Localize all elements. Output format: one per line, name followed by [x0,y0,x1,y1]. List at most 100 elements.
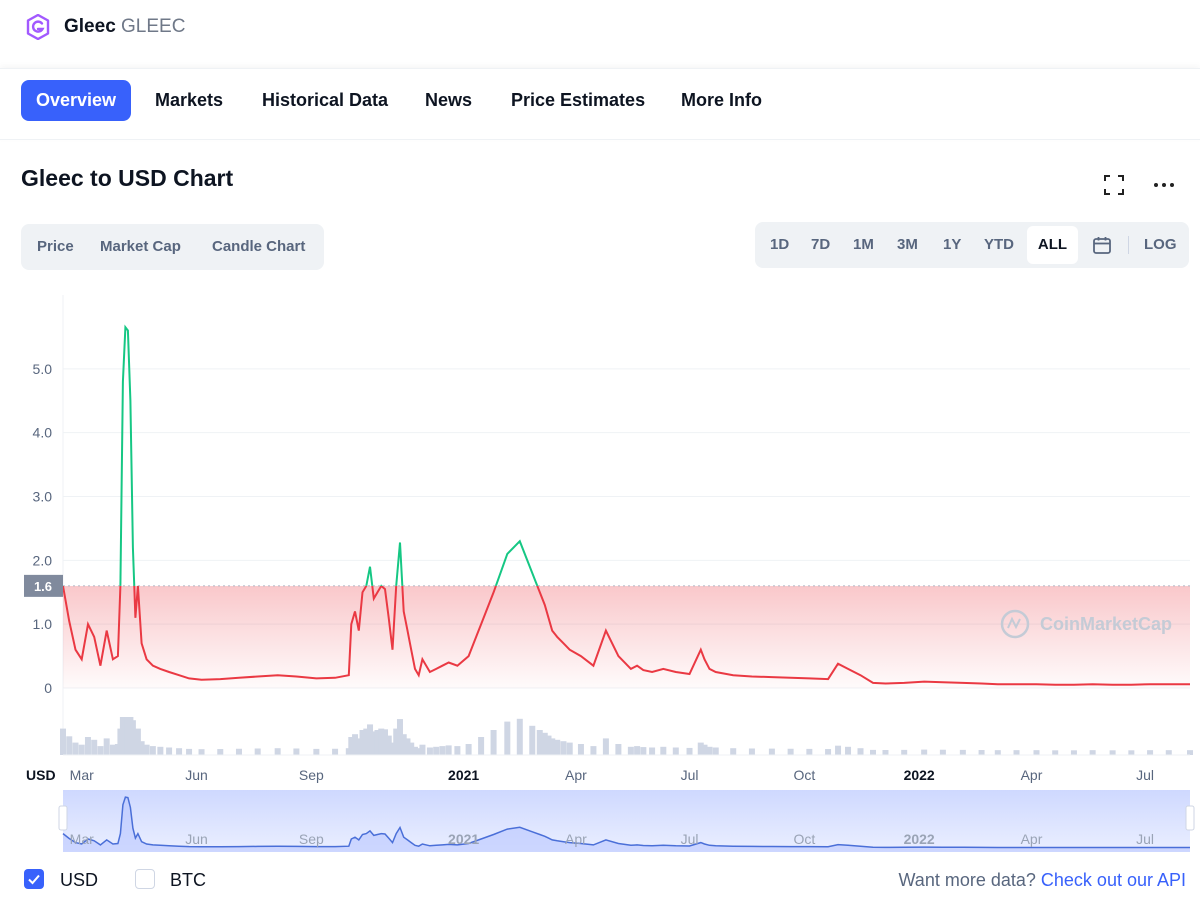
calendar-icon[interactable] [1092,235,1112,255]
navigator-left-handle[interactable] [58,805,68,831]
volume-bar [198,749,205,755]
volume-bar [478,737,485,755]
volume-bar [157,746,164,755]
volume-bar [103,738,110,755]
volume-bar [566,742,573,755]
x-axis: USD Mar Jun Sep 2021 Apr Jul Oct 2022 Apr Jul [26,767,1154,783]
chart-type-market-cap[interactable]: Market Cap [100,224,181,270]
volume-bar [166,747,173,755]
price-chart[interactable]: 5.0 4.0 3.0 2.0 1.0 0 USD Mar Jun Sep 2021 Apr Jul O… [0,285,1200,865]
navigator-tick-label: 2021 [448,831,479,847]
volume-bar [72,742,79,755]
range-3m[interactable]: 3M [897,222,918,268]
range-1m[interactable]: 1M [853,222,874,268]
log-toggle[interactable]: LOG [1144,222,1177,268]
navigator-right-handle[interactable] [1185,805,1195,831]
y-tick-label: 2.0 [33,552,53,568]
volume-bar [787,748,794,755]
range-1y[interactable]: 1Y [943,222,961,268]
volume-bar [649,747,656,755]
volume-bar [78,744,85,755]
volume-bar [1165,750,1172,755]
btc-checkbox[interactable] [135,869,155,889]
more-icon[interactable] [1151,172,1177,198]
api-promo: Want more data? Check out our API [898,870,1186,891]
volume-bar [1187,750,1193,755]
btc-label: BTC [170,870,206,890]
y-tick-label: 3.0 [33,489,53,505]
volume-bar [712,747,719,755]
volume-bar [332,748,339,755]
tab-news[interactable]: News [425,80,472,121]
volume-bar [186,748,193,755]
tab-price-estimates[interactable]: Price Estimates [511,80,645,121]
y-axis: 5.0 4.0 3.0 2.0 1.0 0 [33,361,53,696]
volume-bar [869,749,876,755]
volume-bar [433,746,440,755]
fullscreen-icon[interactable] [1101,172,1127,198]
tab-more-info[interactable]: More Info [681,80,762,121]
gleec-logo-icon [26,14,50,40]
check-icon [28,874,40,885]
baseline-price-tag: 1.6 [24,574,63,597]
volume-bar [921,749,928,755]
volume-bar [1013,750,1020,755]
coin-name: Gleec [64,16,116,37]
volume-bar [806,748,813,755]
usd-checkbox[interactable] [24,869,44,889]
range-navigator[interactable]: Mar Jun Sep 2021 Apr Jul Oct 2022 Apr Jul [58,790,1195,852]
tab-markets[interactable]: Markets [155,80,223,121]
range-divider [1128,236,1129,254]
volume-bar [149,746,156,755]
range-1d[interactable]: 1D [770,222,789,268]
chart-footer: USD BTC Want more data? Check out our AP… [0,866,1200,896]
navigator-tick-label: Jun [185,831,208,847]
y-tick-label: 0 [44,680,52,696]
chart-title: Gleec to USD Chart [21,165,234,191]
volume-bar [857,748,864,755]
volume-bar [660,746,667,755]
navigator-tick-label: Jul [681,831,699,847]
range-all[interactable]: ALL [1027,226,1078,264]
x-tick-label: Apr [565,767,587,783]
volume-bar [1147,750,1154,755]
navigator-tick-label: Sep [299,831,324,847]
volume-bar [426,747,433,755]
range-7d[interactable]: 7D [811,222,830,268]
x-tick-label: Jul [681,767,699,783]
volume-bar [602,738,609,755]
volume-bar [825,749,832,755]
volume-bar [504,721,511,755]
coin-header: Gleec GLEEC [0,0,1200,68]
volume-bar [445,745,452,755]
volume-bar [419,744,426,755]
volume-bar [60,728,66,755]
volume-bar [994,750,1001,755]
price-chart-svg[interactable]: 5.0 4.0 3.0 2.0 1.0 0 USD Mar Jun Sep 2021 Apr Jul O… [0,285,1200,865]
volume-bar [1033,750,1040,755]
chart-type-candle[interactable]: Candle Chart [212,224,305,270]
x-tick-label: Jun [185,767,208,783]
volume-bar [1109,750,1116,755]
section-tabs: Overview Markets Historical Data News Pr… [0,68,1200,140]
volume-bar [454,746,461,755]
volume-bar [465,744,472,755]
tab-historical-data[interactable]: Historical Data [262,80,388,121]
volume-bar [615,744,622,755]
volume-bar [254,748,261,755]
volume-bar [217,749,224,755]
volume-bar [91,739,98,755]
y-tick-label: 5.0 [33,361,53,377]
range-ytd[interactable]: YTD [984,222,1014,268]
usd-label: USD [60,870,99,890]
chart-type-price[interactable]: Price [37,224,74,270]
volume-bar [748,748,755,755]
x-tick-label: Sep [299,767,324,783]
x-tick-label: 2021 [448,767,479,783]
api-link[interactable]: Check out our API [1041,870,1186,890]
chart-type-selector: Price Market Cap Candle Chart [21,224,324,270]
tab-overview[interactable]: Overview [21,80,132,121]
volume-bar [274,748,281,755]
volume-bar [706,746,713,755]
volume-bar [293,748,300,755]
